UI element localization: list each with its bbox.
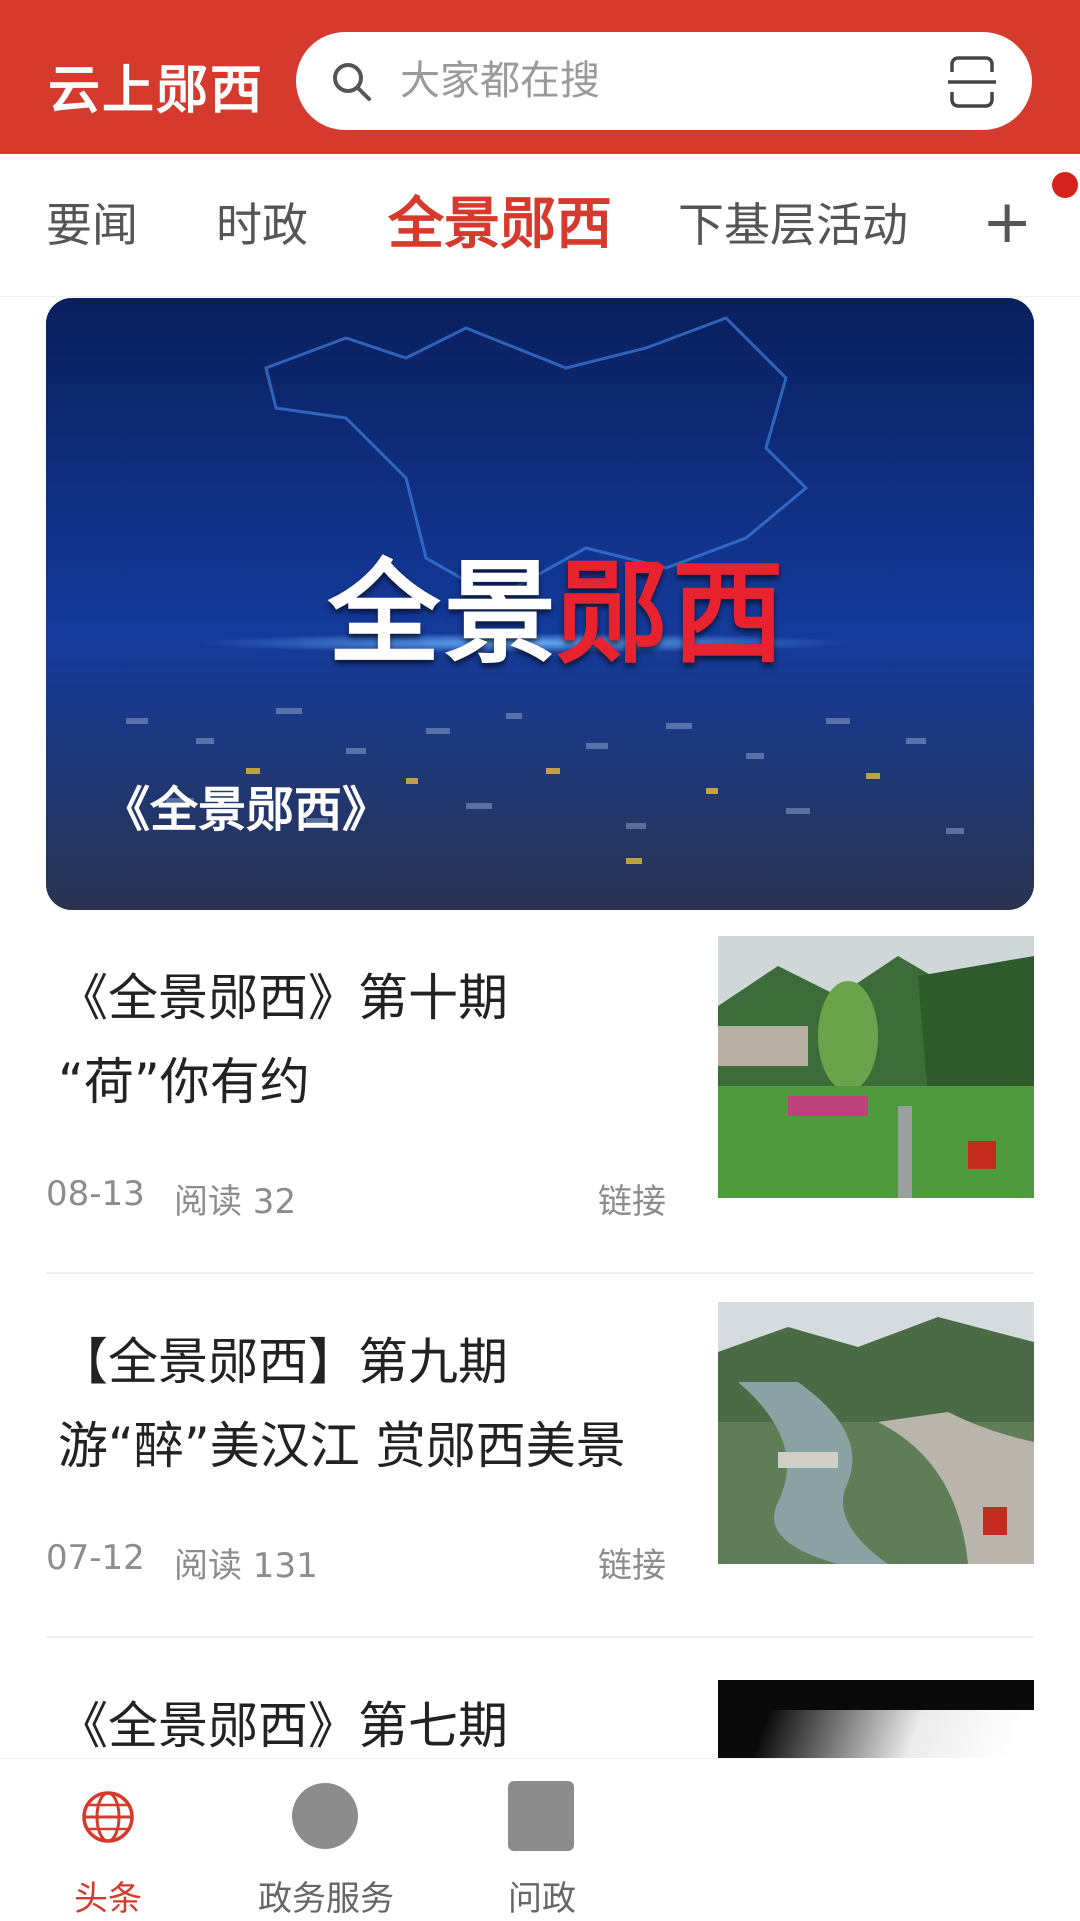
notification-dot (1052, 172, 1078, 198)
nav-item-toutiao[interactable]: 头条 (28, 1759, 188, 1921)
article-date: 07-12 (46, 1538, 145, 1578)
article-title-line2: “荷”你有约 (58, 1053, 310, 1111)
article-item[interactable]: 《全景郧西》第十期 “荷”你有约 08-13 阅读 32 链接 (46, 936, 1034, 1222)
nav-item-wenzheng[interactable]: 问政 (462, 1759, 622, 1921)
article-link-tag[interactable]: 链接 (598, 1174, 666, 1223)
banner-caption: 《全景郧西》 (102, 782, 391, 838)
article-date: 08-13 (46, 1174, 145, 1214)
app-header: 云上郧西 大家都在搜 (0, 0, 1080, 154)
article-item[interactable]: 【全景郧西】第九期 游“醉”美汉江 赏郧西美景 07-12 阅读 131 链接 (46, 1302, 1034, 1586)
lotus-pond-image (718, 936, 1034, 1198)
list-divider (46, 1272, 1034, 1274)
nav-label: 问政 (508, 1879, 576, 1919)
search-input[interactable]: 大家都在搜 (400, 32, 600, 130)
tab-shizheng[interactable]: 时政 (216, 154, 308, 296)
article-thumbnail[interactable] (718, 936, 1034, 1198)
scan-icon[interactable] (948, 56, 996, 108)
search-icon (333, 63, 371, 101)
article-title: 《全景郧西》第十期 “荷”你有约 (58, 956, 698, 1124)
tab-quanjing-yunxi[interactable]: 全景郧西 (388, 154, 612, 296)
article-reads: 阅读 131 (174, 1546, 318, 1586)
tab-xiajiceng[interactable]: 下基层活动 (678, 154, 908, 296)
add-channel-icon[interactable]: + (982, 192, 1032, 252)
river-valley-image (718, 1302, 1034, 1564)
tab-yaowen[interactable]: 要闻 (46, 154, 138, 296)
nav-label: 政务服务 (258, 1879, 394, 1919)
banner-title-white: 全景 (328, 549, 560, 679)
article-title-line1: 《全景郧西》第七期 (58, 1697, 508, 1755)
channel-tabs: 要闻 时政 全景郧西 下基层活动 + (0, 154, 1080, 297)
circle-icon (292, 1783, 358, 1849)
article-reads: 阅读 32 (174, 1182, 297, 1222)
square-icon (508, 1781, 574, 1851)
article-thumbnail[interactable] (718, 1302, 1034, 1564)
article-title-line2: 游“醉”美汉江 赏郧西美景 (58, 1417, 626, 1475)
banner-title-red: 郧西 (556, 549, 788, 679)
featured-banner[interactable]: 全景 郧西 《全景郧西》 (46, 298, 1034, 910)
nav-label: 头条 (74, 1879, 142, 1919)
article-title: 【全景郧西】第九期 游“醉”美汉江 赏郧西美景 (58, 1320, 698, 1488)
app-title: 云上郧西 (48, 61, 265, 121)
article-link-tag[interactable]: 链接 (598, 1538, 666, 1587)
search-bar[interactable]: 大家都在搜 (296, 32, 1032, 130)
overlay-fade (640, 1710, 1080, 1920)
article-title-line1: 【全景郧西】第九期 (58, 1333, 508, 1391)
globe-icon (82, 1791, 134, 1843)
list-divider (46, 1636, 1034, 1638)
article-title-line1: 《全景郧西》第十期 (58, 969, 508, 1027)
nav-item-zhengwu[interactable]: 政务服务 (246, 1759, 406, 1921)
article-title: 《全景郧西》第七期 (58, 1684, 698, 1768)
